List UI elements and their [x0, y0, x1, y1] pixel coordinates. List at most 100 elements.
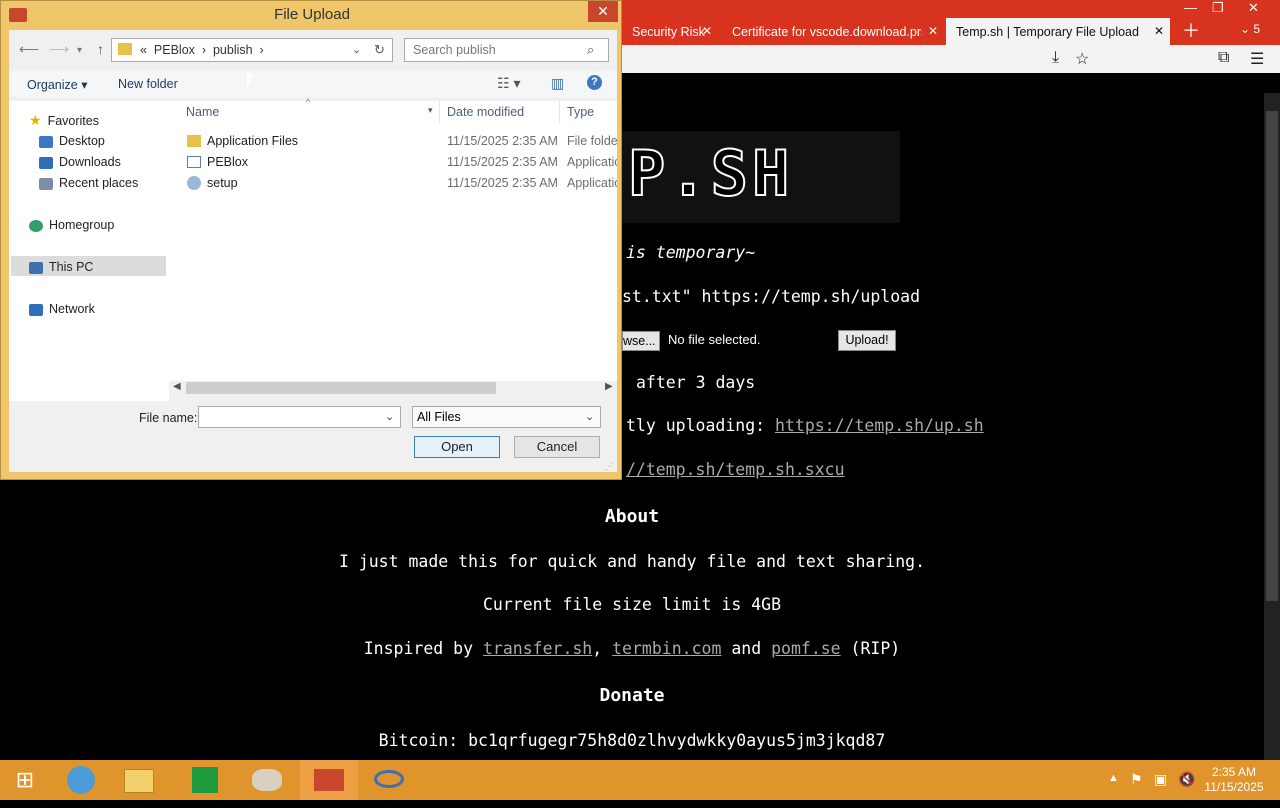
tab-temp-sh[interactable]: Temp.sh | Temporary File Upload ✕ — [946, 18, 1170, 45]
no-file-label: No file selected. — [668, 332, 761, 347]
start-windows-icon[interactable]: ⊞ — [0, 760, 50, 800]
new-folder-button[interactable]: New folder — [118, 77, 178, 91]
nav-favorites[interactable]: ★ Favorites — [29, 112, 99, 129]
transfer-sh-link[interactable]: transfer.sh — [483, 639, 592, 658]
sxcu-link[interactable]: //temp.sh/temp.sh.sxcu — [626, 460, 845, 479]
close-window-icon[interactable]: ✕ — [1248, 0, 1259, 16]
help-icon[interactable]: ? — [587, 75, 602, 90]
dialog-close-button[interactable]: ✕ — [588, 1, 618, 22]
inspired-line: Inspired by transfer.sh, termbin.com and… — [363, 639, 901, 658]
back-arrow-icon[interactable]: ⟵ — [19, 41, 39, 58]
forward-arrow-icon[interactable]: ⟶ — [49, 41, 69, 58]
file-row-setup[interactable]: setup 11/15/2025 2:35 AM Application — [169, 173, 617, 193]
recent-locations-icon[interactable]: ▾ — [77, 45, 82, 56]
change-view-icon[interactable]: ☷ ▾ — [497, 75, 520, 92]
extensions-icon[interactable]: ⧉ — [1218, 49, 1229, 67]
scroll-right-icon[interactable]: ▶ — [605, 381, 613, 392]
file-type-select[interactable]: All Files ⌄ — [412, 406, 601, 428]
breadcrumb-peblox[interactable]: PEBlox — [154, 43, 195, 57]
sxcu-line: //temp.sh/temp.sh.sxcu — [626, 460, 845, 479]
about-line: I just made this for quick and handy fil… — [338, 552, 926, 571]
nav-homegroup[interactable]: Homegroup — [29, 218, 114, 232]
search-input[interactable]: Search publish ⌕ — [404, 38, 609, 62]
star-icon: ★ — [29, 112, 42, 128]
taskbar-store-icon[interactable] — [176, 760, 234, 800]
chevron-down-icon[interactable]: ⌄ — [385, 407, 394, 427]
column-name[interactable]: Name — [186, 105, 219, 119]
chevron-down-icon[interactable]: ⌄ — [585, 407, 594, 427]
upload-button[interactable]: Upload! — [838, 330, 896, 351]
desktop-icon — [39, 135, 53, 148]
recent-places-icon — [39, 177, 53, 190]
breadcrumb: « PEBlox › publish › — [140, 43, 264, 57]
close-tab-icon[interactable]: ✕ — [702, 24, 712, 38]
size-limit-line: Current file size limit is 4GB — [482, 595, 781, 614]
file-name-input[interactable]: ⌄ — [198, 406, 401, 428]
system-clock[interactable]: 2:35 AM 11/15/2025 — [1198, 765, 1270, 795]
download-icon[interactable]: ⤓ — [1052, 49, 1059, 67]
restore-icon[interactable]: ❐ — [1212, 0, 1224, 16]
search-icon: ⌕ — [587, 42, 595, 57]
volume-muted-icon[interactable]: 🔇 — [1178, 771, 1195, 788]
curl-command: st.txt" https://temp.sh/upload — [622, 287, 921, 306]
organize-button[interactable]: Organize ▾ — [27, 77, 87, 92]
column-filter-icon[interactable]: ▾ — [428, 105, 433, 116]
preview-pane-icon[interactable]: ▥ — [551, 75, 564, 92]
nav-recent-places[interactable]: Recent places — [39, 176, 138, 190]
application-icon — [187, 156, 201, 168]
taskbar-active-browser-icon[interactable] — [300, 760, 358, 800]
column-divider — [559, 101, 560, 123]
file-row-application-files[interactable]: Application Files 11/15/2025 2:35 AM Fil… — [169, 131, 617, 151]
minimize-icon[interactable]: — — [1184, 0, 1197, 15]
column-type[interactable]: Type — [567, 105, 594, 119]
pomf-link[interactable]: pomf.se — [771, 639, 841, 658]
computer-icon — [29, 261, 43, 274]
address-dropdown-icon[interactable]: ⌄ — [352, 43, 361, 56]
breadcrumb-publish[interactable]: publish — [213, 43, 253, 57]
taskbar-file-explorer-icon[interactable] — [110, 760, 168, 800]
horizontal-scrollbar[interactable]: ◀ ▶ — [169, 381, 617, 396]
folder-icon — [118, 43, 132, 55]
sort-arrow-icon: ^ — [306, 97, 311, 107]
setup-icon — [187, 176, 201, 190]
bookmark-star-icon[interactable]: ☆ — [1075, 49, 1089, 69]
file-name-label: File name: — [139, 411, 198, 425]
show-hidden-icons[interactable]: ▲ — [1108, 772, 1119, 784]
network-status-icon[interactable]: ▣ — [1154, 771, 1167, 788]
page-scrollbar[interactable] — [1264, 93, 1280, 760]
scroll-left-icon[interactable]: ◀ — [173, 381, 181, 392]
nav-downloads[interactable]: Downloads — [39, 155, 121, 169]
scrollbar-thumb[interactable] — [1266, 111, 1278, 601]
nav-desktop[interactable]: Desktop — [39, 134, 105, 148]
close-tab-icon[interactable]: ✕ — [1154, 24, 1164, 38]
termbin-link[interactable]: termbin.com — [612, 639, 721, 658]
nav-network[interactable]: Network — [29, 302, 95, 316]
refresh-icon[interactable]: ↻ — [374, 42, 385, 58]
tab-list-button[interactable]: ⌄ 5 — [1240, 22, 1260, 36]
nav-this-pc[interactable]: This PC — [29, 260, 93, 274]
up-sh-link[interactable]: https://temp.sh/up.sh — [775, 416, 984, 435]
open-button[interactable]: Open — [414, 436, 500, 458]
address-bar[interactable]: « PEBlox › publish › ⌄ ↻ — [111, 38, 393, 62]
file-row-peblox[interactable]: PEBlox 11/15/2025 2:35 AM Application — [169, 152, 617, 172]
tab-certificate[interactable]: Certificate for vscode.download.prsi ✕ — [722, 18, 944, 45]
taskbar-paint-icon[interactable] — [238, 760, 296, 800]
cancel-button[interactable]: Cancel — [514, 436, 600, 458]
downloads-icon — [39, 156, 53, 169]
close-tab-icon[interactable]: ✕ — [928, 24, 938, 38]
up-arrow-icon[interactable]: ↑ — [97, 41, 104, 57]
logo-banner: P.SH — [622, 131, 900, 223]
expire-text: after 3 days — [636, 373, 756, 392]
new-tab-button[interactable]: ＋ — [1180, 20, 1202, 42]
resize-grip-icon[interactable]: ⋰ — [605, 461, 614, 472]
taskbar-browser-icon[interactable] — [52, 760, 110, 800]
command-bar: Organize ▾ New folder ☷ ▾ ▥ ? — [9, 71, 617, 97]
action-center-flag-icon[interactable]: ⚑ — [1130, 771, 1143, 788]
column-date-modified[interactable]: Date modified — [447, 105, 524, 119]
menu-icon[interactable]: ☰ — [1250, 49, 1264, 69]
taskbar-app-icon[interactable] — [360, 760, 418, 800]
browse-button[interactable]: wse... — [622, 331, 660, 351]
scrollbar-thumb[interactable] — [186, 382, 496, 394]
clock-date: 11/15/2025 — [1204, 780, 1264, 794]
tab-security-risk[interactable]: Security Risk ✕ — [622, 18, 718, 45]
